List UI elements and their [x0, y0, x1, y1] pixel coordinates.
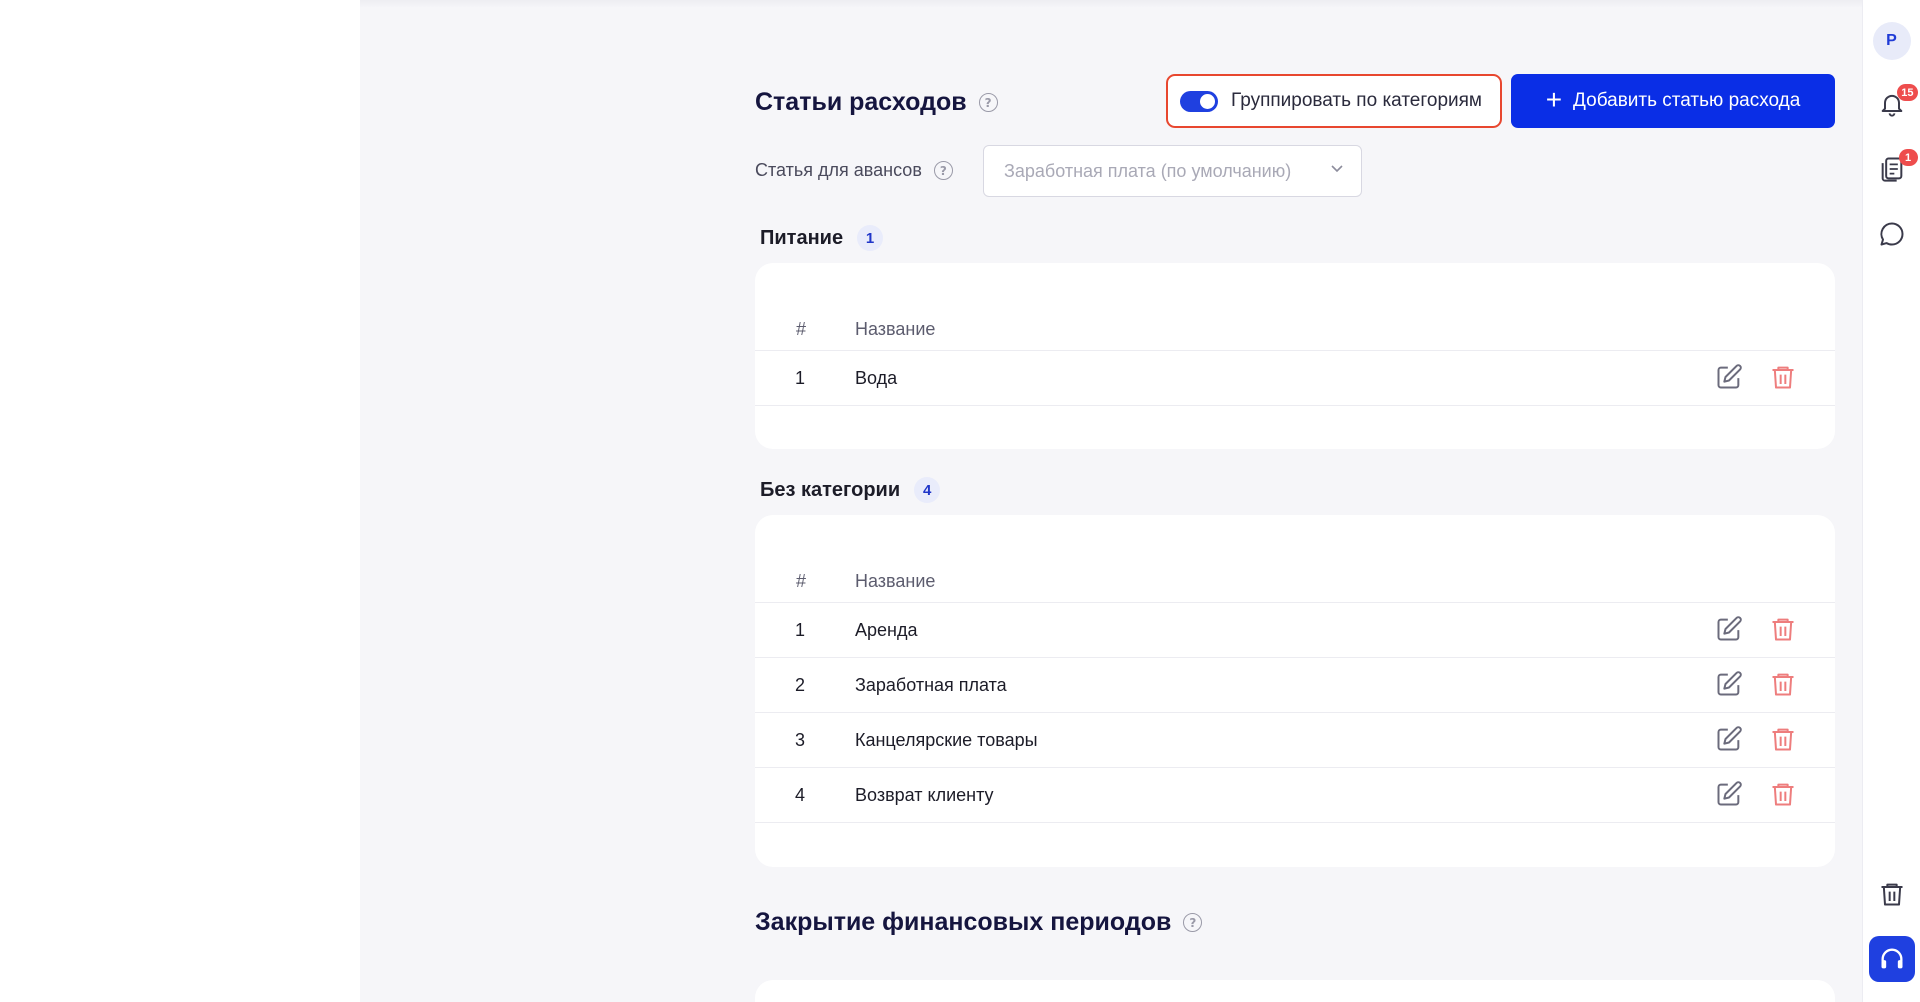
chevron-down-icon [1331, 165, 1343, 173]
advance-label-text: Статья для авансов [755, 160, 922, 180]
toggle-switch[interactable] [1180, 90, 1218, 112]
right-rail: P 15 1 [1862, 0, 1920, 1002]
row-number: 1 [795, 620, 806, 640]
trash-icon[interactable] [1769, 780, 1797, 808]
closing-periods-title-text: Закрытие финансовых периодов [755, 908, 1172, 936]
category-count-badge: 1 [857, 225, 884, 251]
category-header: Питание 1 [760, 225, 884, 251]
notifications-button[interactable]: 15 [1878, 84, 1918, 118]
trash-icon [1881, 883, 1902, 906]
help-icon[interactable]: ? [1183, 913, 1203, 932]
row-name: Вода [855, 368, 898, 388]
avatar[interactable]: P [1872, 22, 1911, 60]
category-header: Без категории 4 [760, 477, 941, 503]
help-icon[interactable]: ? [978, 93, 998, 112]
edit-icon[interactable] [1715, 615, 1743, 643]
row-number: 3 [795, 730, 806, 750]
expenses-header: Статьи расходов ? Группировать по катего… [755, 74, 1835, 130]
edit-icon[interactable] [1715, 363, 1743, 391]
expenses-title-text: Статьи расходов [755, 88, 967, 116]
column-name-header: Название [855, 319, 936, 339]
table-row: 1 Вода [755, 351, 1835, 406]
add-expense-button[interactable]: + Добавить статью расхода [1511, 74, 1835, 128]
edit-icon[interactable] [1715, 725, 1743, 753]
category-card: # Название 1 Вода [755, 263, 1835, 449]
help-icon[interactable]: ? [933, 161, 953, 180]
column-name-header: Название [855, 571, 936, 591]
documents-badge: 1 [1898, 149, 1918, 166]
notifications-badge: 15 [1897, 84, 1918, 101]
table-header: # Название [755, 565, 1835, 603]
category-name: Без категории [760, 478, 901, 501]
advance-row: Статья для авансов ? Заработная плата (п… [755, 145, 1455, 197]
advance-select-value: Заработная плата (по умолчанию) [1004, 160, 1292, 181]
top-divider [360, 0, 1862, 8]
toggle-knob [1200, 93, 1215, 109]
trash-button[interactable] [1878, 880, 1906, 908]
chat-button[interactable] [1878, 220, 1906, 248]
row-number: 1 [795, 368, 806, 388]
group-by-category-label: Группировать по категориям [1231, 90, 1482, 111]
add-expense-label: Добавить статью расхода [1573, 90, 1801, 111]
column-number-header: # [796, 319, 807, 339]
category-count-badge: 4 [914, 477, 941, 503]
category-card: # Название 1 Аренда 2 Заработная плата 3… [755, 515, 1835, 867]
trash-icon[interactable] [1769, 670, 1797, 698]
left-sidebar [0, 0, 360, 1002]
trash-icon[interactable] [1769, 725, 1797, 753]
row-name: Возврат клиенту [855, 785, 994, 805]
edit-icon[interactable] [1715, 780, 1743, 808]
trash-icon[interactable] [1769, 615, 1797, 643]
support-button[interactable] [1868, 936, 1915, 982]
row-number: 2 [795, 675, 806, 695]
table-header: # Название [755, 313, 1835, 351]
table-row: 3 Канцелярские товары [755, 713, 1835, 768]
table-row: 2 Заработная плата [755, 658, 1835, 713]
column-number-header: # [796, 571, 807, 591]
category-name: Питание [760, 226, 844, 249]
trash-icon[interactable] [1769, 363, 1797, 391]
row-number: 4 [795, 785, 806, 805]
row-name: Аренда [855, 620, 918, 640]
expenses-title: Статьи расходов ? [755, 88, 998, 117]
group-by-category-toggle[interactable]: Группировать по категориям [1166, 74, 1502, 128]
closing-periods-title: Закрытие финансовых периодов ? [755, 908, 1203, 937]
row-name: Заработная плата [855, 675, 1007, 695]
row-name: Канцелярские товары [855, 730, 1038, 750]
table-row: 4 Возврат клиенту [755, 768, 1835, 823]
headset-icon [1881, 948, 1902, 969]
advance-select[interactable]: Заработная плата (по умолчанию) [983, 145, 1362, 197]
closing-periods-card [755, 980, 1835, 1002]
documents-button[interactable]: 1 [1878, 149, 1918, 183]
advance-label: Статья для авансов ? [755, 160, 953, 181]
table-row: 1 Аренда [755, 603, 1835, 658]
chat-icon [1879, 222, 1903, 246]
edit-icon[interactable] [1715, 670, 1743, 698]
plus-icon: + [1545, 83, 1563, 115]
